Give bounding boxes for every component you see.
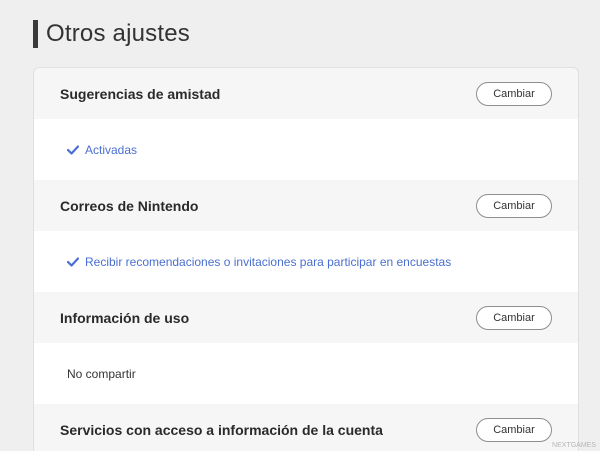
settings-page: Otros ajustes Sugerencias de amistad Cam… — [0, 0, 600, 451]
section-body-nintendo-emails: Recibir recomendaciones o invitaciones p… — [34, 231, 578, 292]
section-header-account-services: Servicios con acceso a información de la… — [34, 404, 578, 451]
section-body-usage-info: No compartir — [34, 343, 578, 404]
change-nintendo-emails-button[interactable]: Cambiar — [476, 193, 552, 218]
section-title-friend-suggestions: Sugerencias de amistad — [60, 85, 221, 102]
section-title-nintendo-emails: Correos de Nintendo — [60, 197, 199, 214]
change-usage-info-button[interactable]: Cambiar — [476, 305, 552, 330]
section-header-nintendo-emails: Correos de Nintendo Cambiar — [34, 180, 578, 231]
friend-suggestions-value: Activadas — [85, 142, 138, 157]
section-body-friend-suggestions: Activadas — [34, 119, 578, 180]
page-header: Otros ajustes — [33, 20, 190, 48]
watermark: NEXTGAMES — [552, 442, 596, 449]
section-header-usage-info: Información de uso Cambiar — [34, 292, 578, 343]
header-accent-bar — [33, 20, 38, 48]
settings-card: Sugerencias de amistad Cambiar Activadas… — [33, 67, 579, 451]
usage-info-value: No compartir — [67, 366, 136, 381]
nintendo-emails-value: Recibir recomendaciones o invitaciones p… — [85, 254, 452, 269]
change-friend-suggestions-button[interactable]: Cambiar — [476, 81, 552, 106]
page-title: Otros ajustes — [46, 20, 190, 47]
section-title-usage-info: Información de uso — [60, 309, 190, 326]
check-icon — [67, 256, 79, 267]
section-title-account-services: Servicios con acceso a información de la… — [60, 421, 383, 438]
change-account-services-button[interactable]: Cambiar — [476, 417, 552, 442]
section-header-friend-suggestions: Sugerencias de amistad Cambiar — [34, 68, 578, 119]
check-icon — [67, 144, 79, 155]
